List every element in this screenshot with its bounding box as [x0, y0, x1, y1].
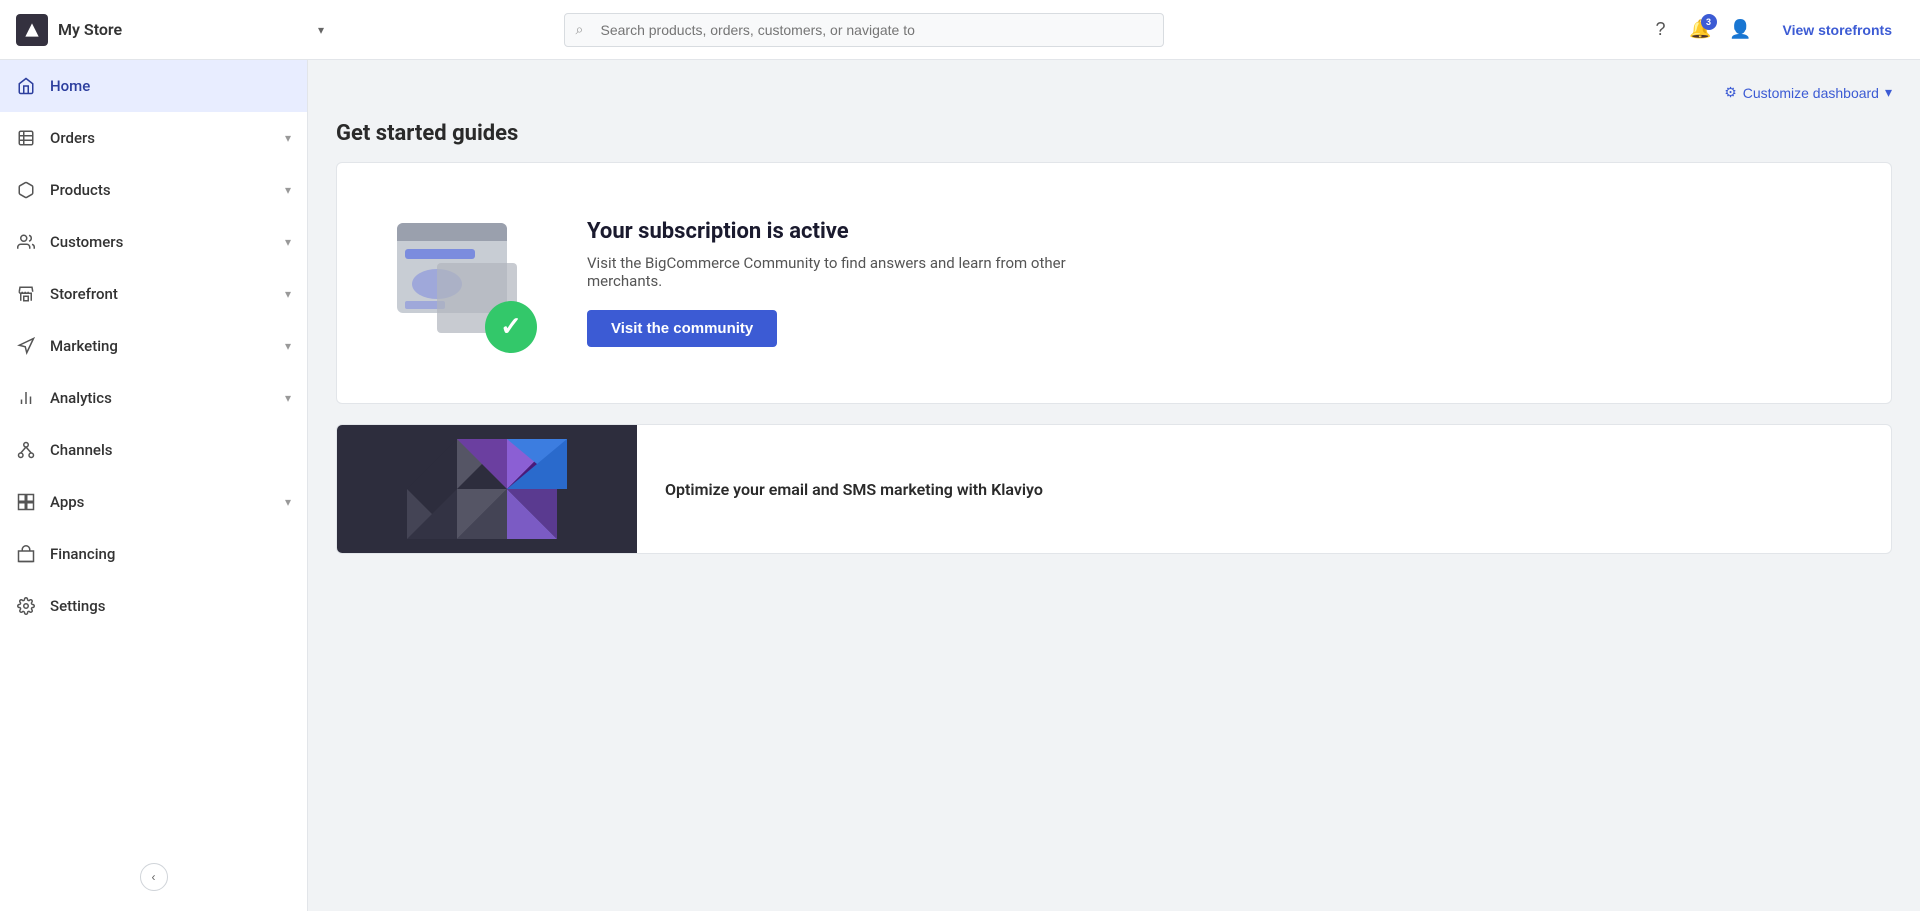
klaviyo-logo	[407, 439, 567, 539]
sidebar-label-products: Products	[50, 181, 271, 199]
page-title: Get started guides	[336, 121, 1892, 146]
sidebar-item-orders[interactable]: Orders ▾	[0, 112, 307, 164]
sidebar-label-orders: Orders	[50, 129, 271, 147]
financing-icon	[16, 544, 36, 564]
settings-icon	[16, 596, 36, 616]
help-button[interactable]: ?	[1643, 12, 1679, 48]
sidebar-item-channels[interactable]: Channels	[0, 424, 307, 476]
home-icon	[16, 76, 36, 96]
sidebar-item-products[interactable]: Products ▾	[0, 164, 307, 216]
guide-card-description: Visit the BigCommerce Community to find …	[587, 254, 1087, 290]
sidebar-label-home: Home	[50, 77, 291, 95]
subscription-active-badge: ✓	[485, 301, 537, 353]
sidebar-item-settings[interactable]: Settings	[0, 580, 307, 632]
gear-icon: ⚙	[1724, 84, 1737, 101]
products-icon	[16, 180, 36, 200]
guide-illustration: ✓	[387, 203, 547, 363]
top-header: My Store ▾ ⌕ ? 🔔 3 👤 View storefronts	[0, 0, 1920, 60]
brand-area[interactable]: My Store ▾	[16, 14, 324, 46]
sidebar-label-financing: Financing	[50, 545, 291, 563]
notifications-badge: 3	[1701, 14, 1717, 30]
storefront-icon	[16, 284, 36, 304]
guide-text: Your subscription is active Visit the Bi…	[587, 219, 1087, 347]
header-actions: ? 🔔 3 👤 View storefronts	[1643, 12, 1904, 48]
visit-community-button[interactable]: Visit the community	[587, 310, 777, 347]
guide-card-title: Your subscription is active	[587, 219, 1087, 244]
main-content: ⚙ Customize dashboard ▾ Get started guid…	[308, 60, 1920, 911]
brand-logo	[16, 14, 48, 46]
guide-card: ✓ Your subscription is active Visit the …	[336, 162, 1892, 404]
sidebar-item-analytics[interactable]: Analytics ▾	[0, 372, 307, 424]
marketing-icon	[16, 336, 36, 356]
sidebar-item-storefront[interactable]: Storefront ▾	[0, 268, 307, 320]
analytics-icon	[16, 388, 36, 408]
content-header: ⚙ Customize dashboard ▾	[336, 84, 1892, 101]
apps-chevron-icon: ▾	[285, 495, 291, 509]
sidebar-label-channels: Channels	[50, 441, 291, 459]
sidebar: Home Orders ▾ Products ▾ Customers ▾	[0, 60, 308, 911]
store-chevron-icon: ▾	[318, 23, 324, 37]
account-icon: 👤	[1729, 19, 1751, 40]
sidebar-label-settings: Settings	[50, 597, 291, 615]
orders-icon	[16, 128, 36, 148]
channels-icon	[16, 440, 36, 460]
promo-card-text: Optimize your email and SMS marketing wi…	[637, 425, 1071, 553]
account-button[interactable]: 👤	[1723, 12, 1759, 48]
products-chevron-icon: ▾	[285, 183, 291, 197]
sidebar-item-financing[interactable]: Financing	[0, 528, 307, 580]
customers-chevron-icon: ▾	[285, 235, 291, 249]
customize-dashboard-button[interactable]: ⚙ Customize dashboard ▾	[1724, 84, 1892, 101]
promo-image	[337, 425, 637, 553]
sidebar-item-apps[interactable]: Apps ▾	[0, 476, 307, 528]
sidebar-label-apps: Apps	[50, 493, 271, 511]
sidebar-item-customers[interactable]: Customers ▾	[0, 216, 307, 268]
help-icon: ?	[1656, 19, 1666, 40]
promo-card: Optimize your email and SMS marketing wi…	[336, 424, 1892, 554]
promo-card-label: Optimize your email and SMS marketing wi…	[665, 480, 1043, 499]
main-layout: Home Orders ▾ Products ▾ Customers ▾	[0, 60, 1920, 911]
customers-icon	[16, 232, 36, 252]
collapse-icon: ‹	[152, 870, 156, 884]
marketing-chevron-icon: ▾	[285, 339, 291, 353]
apps-icon	[16, 492, 36, 512]
sidebar-label-customers: Customers	[50, 233, 271, 251]
search-icon: ⌕	[576, 22, 584, 38]
sidebar-label-analytics: Analytics	[50, 389, 271, 407]
analytics-chevron-icon: ▾	[285, 391, 291, 405]
store-name: My Store	[58, 20, 308, 39]
customize-chevron-icon: ▾	[1885, 84, 1892, 101]
view-storefronts-button[interactable]: View storefronts	[1771, 16, 1904, 44]
sidebar-item-home[interactable]: Home	[0, 60, 307, 112]
sidebar-item-marketing[interactable]: Marketing ▾	[0, 320, 307, 372]
sidebar-collapse-button[interactable]: ‹	[140, 863, 168, 891]
storefront-chevron-icon: ▾	[285, 287, 291, 301]
search-input[interactable]	[564, 13, 1164, 47]
notifications-button[interactable]: 🔔 3	[1683, 12, 1719, 48]
sidebar-label-storefront: Storefront	[50, 285, 271, 303]
orders-chevron-icon: ▾	[285, 131, 291, 145]
sidebar-label-marketing: Marketing	[50, 337, 271, 355]
search-bar: ⌕	[564, 13, 1164, 47]
